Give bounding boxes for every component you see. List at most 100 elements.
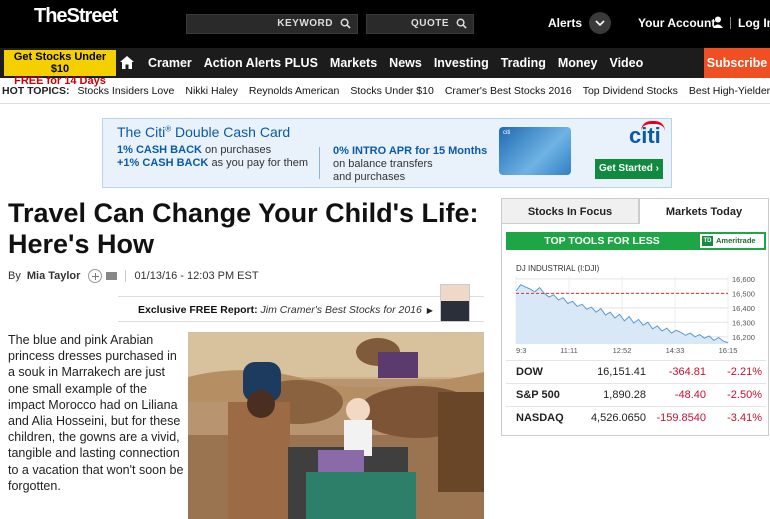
dow-intraday-chart: DJ INDUSTRIAL (I:DJI) 16,600 16,500 16,400 1… [515,264,755,355]
ad-title: The Citi® Double Cash Card [117,124,290,140]
tab-stocks-in-focus[interactable]: Stocks In Focus [501,198,639,224]
login-link[interactable]: Log In [738,16,770,30]
index-name: S&P 500 [516,389,560,401]
main-nav: Get Stocks Under $10 FREE for 14 Days Cr… [0,48,770,87]
ad-title-pre: The Citi [117,124,166,140]
search-icon[interactable] [456,18,467,29]
nav-item-markets[interactable]: Markets [330,48,377,78]
nav-item-news[interactable]: News [389,48,422,78]
hot-topics-bar: HOT TOPICS: Stocks Insiders Love Nikki H… [0,78,770,104]
x-tick-label: 16:15 [719,346,738,355]
x-tick-label: 12:52 [613,346,632,355]
user-icon [713,16,723,28]
nav-item-video[interactable]: Video [609,48,643,78]
td-ameritrade-logo: TD Ameritrade [700,234,764,248]
ad-divider [319,147,320,179]
ad-title-post: Double Cash Card [175,124,291,140]
card-brand: citi [503,130,511,136]
author-link[interactable]: Mia Taylor [27,270,81,282]
get-started-button[interactable]: Get Started › [595,159,663,179]
search-icon[interactable] [340,18,351,29]
hot-topic-link[interactable]: Nikki Haley [185,85,238,97]
nav-item-investing[interactable]: Investing [434,48,489,78]
ad-right-copy: 0% INTRO APR for 15 Months on balance tr… [333,145,487,184]
td-logo-text: Ameritrade [716,236,756,245]
nav-item-action-alerts-plus[interactable]: Action Alerts PLUS [204,48,318,78]
play-arrow-icon: ▶ [426,306,433,315]
nav-item-trading[interactable]: Trading [501,48,546,78]
market-tabs: Stocks In Focus Markets Today [501,198,769,224]
hot-topic-link[interactable]: Stocks Under $10 [350,85,433,97]
y-tick-label: 16,200 [732,333,755,342]
ad-title-reg: ® [165,124,172,134]
y-tick-label: 16,500 [732,289,755,298]
exclusive-title: Jim Cramer's Best Stocks for 2016 [260,304,422,316]
hot-topic-link[interactable]: Cramer's Best Stocks 2016 [445,85,572,97]
your-account-link[interactable]: Your Account [638,16,715,30]
markets-today-panel: TOP TOOLS FOR LESS TD Ameritrade DJ INDU… [501,224,769,436]
table-row[interactable]: S&P 500 1,890.28 -48.40 -2.50% [506,383,766,406]
subscribe-button[interactable]: Subscribe [704,48,770,78]
nav-item-money[interactable]: Money [558,48,598,78]
ad-l2-bold: +1% CASH BACK [117,157,209,169]
table-row[interactable]: DOW 16,151.41 -364.81 -2.21% [506,360,766,383]
mail-icon[interactable] [106,272,118,280]
index-pct: -3.41% [727,412,762,424]
alerts-link[interactable]: Alerts [548,16,582,30]
index-pct: -2.50% [727,389,762,401]
market-index-table: DOW 16,151.41 -364.81 -2.21% S&P 500 1,8… [506,360,766,429]
index-name: DOW [516,366,543,378]
nav-items: Cramer Action Alerts PLUS Markets News I… [148,48,655,78]
index-change: -364.81 [668,366,706,378]
x-tick-label: 11:11 [560,346,578,355]
hot-topics-label: HOT TOPICS: [2,84,70,97]
hot-topic-link[interactable]: Top Dividend Stocks [583,85,678,97]
hot-topic-link[interactable]: Best High-Yielders [689,85,770,97]
header-divider [730,17,731,29]
nav-item-cramer[interactable]: Cramer [148,48,192,78]
top-tools-banner[interactable]: TOP TOOLS FOR LESS TD Ameritrade [506,232,766,250]
ad-l1-bold: 1% CASH BACK [117,144,202,156]
site-logo[interactable]: TheStreet [34,5,118,28]
ad-r2: on balance transfers [333,158,433,170]
index-change: -159.8540 [656,412,706,424]
keyword-search-input[interactable]: KEYWORD [186,14,358,34]
cramer-headshot [440,284,470,322]
byline-by: By [8,270,21,282]
index-value: 16,151.41 [597,366,646,378]
photo-illustration [188,332,484,519]
quote-label: QUOTE [410,18,449,29]
article-headline: Travel Can Change Your Child's Life: Her… [8,198,479,259]
y-tick-label: 16,600 [732,275,755,284]
article-timestamp: 01/13/16 - 12:03 PM EST [134,270,259,282]
exclusive-report-link[interactable]: Exclusive FREE Report: Jim Cramer's Best… [118,296,484,322]
promo-banner[interactable]: Get Stocks Under $10 FREE for 14 Days [4,50,116,87]
tab-markets-today[interactable]: Markets Today [639,198,769,224]
citi-ad-banner[interactable]: The Citi® Double Cash Card 1% CASH BACK … [102,118,672,188]
byline: By Mia Taylor 01/13/16 - 12:03 PM EST [8,269,259,283]
ad-r3: and purchases [333,171,406,183]
follow-plus-icon[interactable] [88,269,103,283]
index-change: -48.40 [674,389,706,401]
ad-r1-bold: 0% INTRO APR for 15 Months [333,145,488,157]
table-row[interactable]: NASDAQ 4,526.0650 -159.8540 -3.41% [506,406,766,429]
chevron-down-icon [595,20,605,26]
citi-logo: citi [629,123,661,148]
hot-topic-link[interactable]: Reynolds American [249,85,339,97]
article-photo [188,332,484,519]
keyword-label: KEYWORD [277,18,333,29]
quote-search-input[interactable]: QUOTE [366,14,474,34]
index-name: NASDAQ [516,412,564,424]
home-icon[interactable] [120,56,134,69]
td-logo-mark: TD [702,236,713,246]
hot-topic-link[interactable]: Stocks Insiders Love [77,85,174,97]
index-value: 1,890.28 [603,389,646,401]
chart-title: DJ INDUSTRIAL (I:DJI) [516,264,600,273]
top-tools-label: TOP TOOLS FOR LESS [544,235,660,247]
y-tick-label: 16,300 [732,318,755,327]
byline-divider [125,270,127,282]
index-pct: -2.21% [727,366,762,378]
article-body: The blue and pink Arabian princess dress… [8,333,184,493]
alerts-dropdown-button[interactable] [589,12,611,34]
ad-l2-rest: as you pay for them [208,157,309,169]
